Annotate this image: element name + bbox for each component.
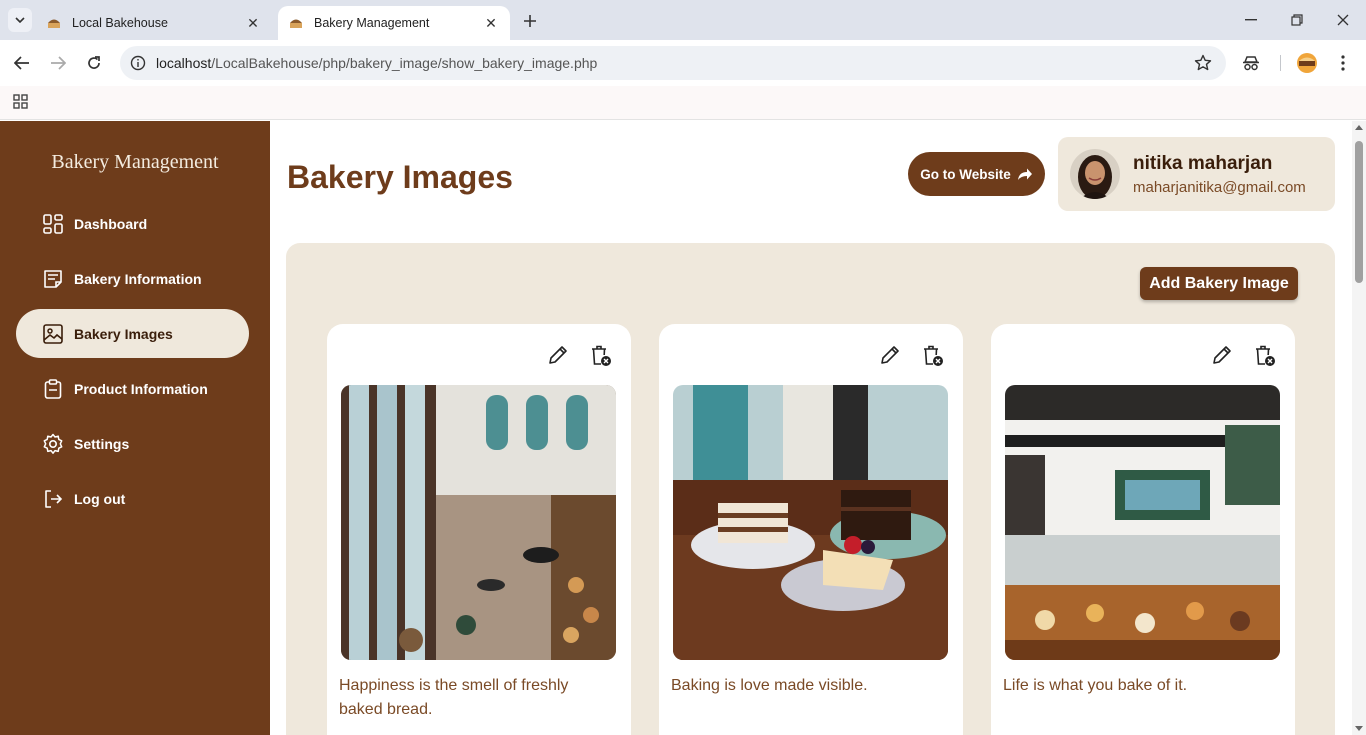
cake-slices-photo	[673, 385, 948, 660]
sidebar-item-settings[interactable]: Settings	[16, 419, 249, 468]
sidebar-brand: Bakery Management	[51, 151, 219, 173]
menu-kebab-icon[interactable]	[1332, 52, 1354, 74]
delete-trash-icon[interactable]	[921, 344, 945, 368]
image-caption: Life is what you bake of it.	[1003, 677, 1188, 694]
sidebar-item-product-information[interactable]: Product Information	[16, 364, 249, 413]
bakery-favicon-icon	[46, 15, 62, 31]
user-name: nitika maharjan	[1133, 153, 1273, 174]
clipboard-icon	[42, 378, 64, 400]
sidebar-item-log-out[interactable]: Log out	[16, 474, 249, 523]
close-icon	[1337, 14, 1349, 26]
sidebar-item-label: Product Information	[74, 380, 208, 397]
restore-icon	[1291, 14, 1303, 26]
sidebar-item-bakery-information[interactable]: Bakery Information	[16, 254, 249, 303]
share-arrow-icon	[1017, 168, 1032, 180]
go-to-website-button[interactable]: Go to Website	[908, 152, 1045, 196]
sidebar: Bakery Management Dashboard Bakery Infor…	[0, 121, 270, 735]
arrow-left-icon	[14, 56, 29, 70]
bookmark-star-icon[interactable]	[1194, 54, 1212, 72]
toolbar-divider	[1280, 55, 1281, 71]
image-caption: Baking is love made visible.	[671, 677, 868, 694]
pastry-counter-photo	[1005, 385, 1280, 660]
image-card: Happiness is the smell of freshly baked …	[327, 324, 631, 735]
incognito-icon[interactable]	[1240, 52, 1262, 74]
bakery-images-panel: Add Bakery Image Happiness is the smell …	[286, 243, 1335, 735]
page-scrollbar[interactable]	[1352, 121, 1366, 735]
profile-avatar-icon[interactable]	[1296, 52, 1318, 74]
reload-icon	[88, 56, 100, 69]
site-info-icon[interactable]	[130, 55, 146, 71]
close-icon[interactable]: ✕	[244, 14, 262, 32]
tab-title: Local Bakehouse	[72, 16, 168, 30]
sidebar-item-bakery-images[interactable]: Bakery Images	[16, 309, 249, 358]
main-content: Bakery Images Go to Website nitika mahar…	[270, 121, 1352, 735]
minimize-button[interactable]	[1236, 7, 1266, 33]
sidebar-item-label: Dashboard	[74, 215, 148, 232]
logout-icon	[42, 488, 64, 510]
page-title: Bakery Images	[287, 159, 513, 195]
back-button[interactable]	[10, 51, 34, 75]
reload-button[interactable]	[82, 51, 106, 75]
forward-button[interactable]	[46, 51, 70, 75]
bookmarks-bar	[0, 86, 1366, 120]
user-email: maharjanitika@gmail.com	[1133, 179, 1306, 196]
tab-local-bakehouse[interactable]: Local Bakehouse ✕	[36, 6, 272, 40]
arrow-right-icon	[51, 56, 66, 70]
chevron-down-icon	[15, 17, 25, 23]
scrollbar-thumb[interactable]	[1355, 141, 1363, 283]
sidebar-item-dashboard[interactable]: Dashboard	[16, 199, 249, 248]
tab-search-button[interactable]	[8, 8, 32, 32]
image-card: Life is what you bake of it.	[991, 324, 1295, 735]
window-close-button[interactable]	[1328, 7, 1358, 33]
info-icon	[42, 268, 64, 290]
edit-pencil-icon[interactable]	[547, 344, 569, 366]
scroll-up-arrow-icon[interactable]	[1355, 125, 1363, 130]
sidebar-item-label: Log out	[74, 490, 126, 507]
go-to-website-label: Go to Website	[920, 166, 1011, 182]
restore-button[interactable]	[1282, 7, 1312, 33]
address-bar[interactable]: localhost/LocalBakehouse/php/bakery_imag…	[120, 46, 1226, 80]
image-caption: Happiness is the smell of freshly baked …	[339, 677, 569, 718]
minimize-icon	[1245, 19, 1257, 21]
sidebar-item-label: Bakery Images	[74, 325, 173, 342]
bakery-interior-photo	[341, 385, 616, 660]
sidebar-item-label: Bakery Information	[74, 270, 202, 287]
browser-tab-bar: Local Bakehouse ✕ Bakery Management ✕	[0, 0, 1366, 40]
sidebar-item-label: Settings	[74, 435, 130, 452]
apps-grid-icon[interactable]	[12, 93, 30, 111]
delete-trash-icon[interactable]	[1253, 344, 1277, 368]
url-text: localhost/LocalBakehouse/php/bakery_imag…	[156, 55, 597, 71]
browser-toolbar: localhost/LocalBakehouse/php/bakery_imag…	[0, 40, 1366, 86]
dashboard-icon	[42, 213, 64, 235]
edit-pencil-icon[interactable]	[1211, 344, 1233, 366]
plus-icon	[524, 15, 536, 27]
tab-title: Bakery Management	[314, 16, 430, 30]
bakery-favicon-icon	[288, 15, 304, 31]
user-profile-card[interactable]: nitika maharjan maharjanitika@gmail.com	[1058, 137, 1335, 211]
avatar	[1070, 149, 1120, 199]
gear-icon	[42, 433, 64, 455]
delete-trash-icon[interactable]	[589, 344, 613, 368]
edit-pencil-icon[interactable]	[879, 344, 901, 366]
url-host: localhost	[156, 55, 212, 71]
new-tab-button[interactable]	[518, 9, 542, 33]
scroll-down-arrow-icon[interactable]	[1355, 726, 1363, 731]
close-icon[interactable]: ✕	[482, 14, 500, 32]
add-bakery-image-button[interactable]: Add Bakery Image	[1140, 267, 1298, 300]
url-path: /LocalBakehouse/php/bakery_image/show_ba…	[211, 55, 598, 71]
image-card: Baking is love made visible.	[659, 324, 963, 735]
image-icon	[42, 323, 64, 345]
tab-bakery-management[interactable]: Bakery Management ✕	[278, 6, 510, 40]
